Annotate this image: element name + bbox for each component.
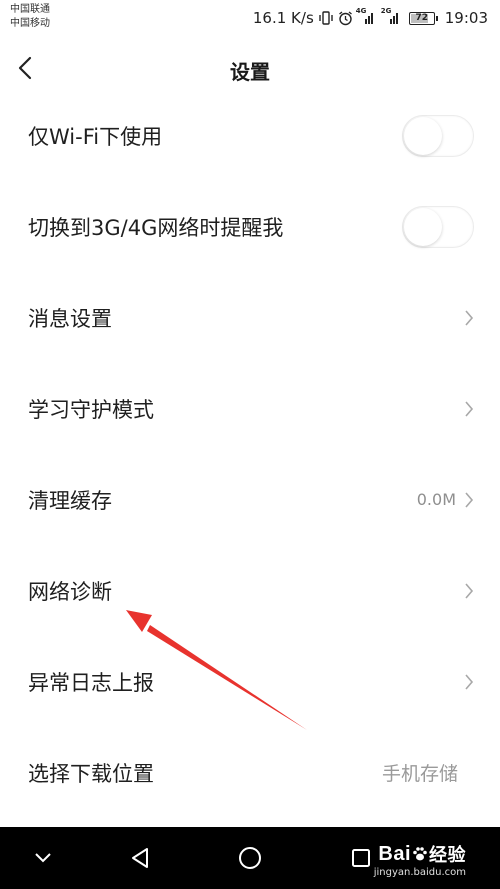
page-title: 设置 bbox=[230, 60, 270, 84]
setting-error-log-report[interactable]: 异常日志上报 bbox=[0, 636, 500, 727]
setting-label: 网络诊断 bbox=[28, 579, 112, 604]
nav-back-button[interactable] bbox=[125, 843, 155, 873]
signal-2g-icon: 2G bbox=[381, 7, 401, 24]
watermark-url: jingyan.baidu.com bbox=[373, 867, 466, 878]
cache-size: 0.0M bbox=[416, 490, 456, 509]
triangle-back-icon bbox=[132, 848, 148, 868]
setting-study-guard[interactable]: 学习守护模式 bbox=[0, 363, 500, 454]
chevron-right-icon bbox=[465, 673, 474, 690]
setting-clear-cache[interactable]: 清理缓存 0.0M bbox=[0, 454, 500, 545]
baidu-jingyan-watermark: Bai 经验 jingyan.baidu.com bbox=[373, 841, 466, 879]
navigation-bar: Bai 经验 jingyan.baidu.com bbox=[0, 827, 500, 889]
carrier-2: 中国移动 bbox=[10, 18, 50, 29]
setting-label: 仅Wi-Fi下使用 bbox=[28, 124, 163, 149]
chevron-right-icon bbox=[465, 400, 474, 417]
setting-network-reminder[interactable]: 切换到3G/4G网络时提醒我 bbox=[0, 181, 500, 272]
circle-home-icon bbox=[239, 847, 261, 869]
download-location-value: 手机存储 bbox=[381, 763, 458, 785]
setting-download-location[interactable]: 选择下载位置 手机存储 bbox=[0, 727, 500, 818]
setting-network-diagnosis[interactable]: 网络诊断 bbox=[0, 545, 500, 636]
signal-4g-icon: 4G bbox=[356, 7, 376, 24]
setting-label: 消息设置 bbox=[28, 306, 112, 331]
battery-icon: 72 bbox=[408, 11, 438, 25]
carrier-info: 中国联通 中国移动 bbox=[10, 3, 50, 31]
vibrate-icon bbox=[319, 11, 333, 25]
setting-label: 异常日志上报 bbox=[28, 670, 154, 695]
setting-label: 切换到3G/4G网络时提醒我 bbox=[28, 215, 284, 240]
setting-message[interactable]: 消息设置 bbox=[0, 272, 500, 363]
chevron-down-icon bbox=[35, 853, 51, 863]
settings-list: 仅Wi-Fi下使用 切换到3G/4G网络时提醒我 消息设置 学习守护模式 清理缓… bbox=[0, 90, 500, 818]
watermark-logo: Bai 经验 bbox=[378, 842, 466, 867]
status-bar: 中国联通 中国移动 16.1 K/s 4G 2G 72 19:03 bbox=[0, 0, 500, 36]
nav-hide-button[interactable] bbox=[28, 843, 58, 873]
chevron-right-icon bbox=[465, 582, 474, 599]
square-recents-icon bbox=[352, 849, 370, 867]
setting-label: 清理缓存 bbox=[28, 488, 112, 513]
carrier-1: 中国联通 bbox=[10, 4, 50, 15]
setting-label: 选择下载位置 bbox=[28, 761, 154, 786]
chevron-right-icon bbox=[465, 491, 474, 508]
chevron-right-icon bbox=[465, 309, 474, 326]
setting-wifi-only[interactable]: 仅Wi-Fi下使用 bbox=[0, 90, 500, 181]
clock: 19:03 bbox=[444, 9, 488, 27]
network-speed: 16.1 K/s bbox=[252, 9, 314, 27]
status-icons: 16.1 K/s 4G 2G 72 19:03 bbox=[252, 7, 488, 28]
alarm-icon bbox=[338, 10, 352, 25]
nav-recents-button[interactable] bbox=[346, 843, 376, 873]
wifi-only-toggle[interactable] bbox=[402, 114, 474, 157]
network-reminder-toggle[interactable] bbox=[402, 205, 474, 248]
paw-icon bbox=[413, 847, 427, 861]
battery-level: 72 bbox=[415, 12, 429, 23]
nav-home-button[interactable] bbox=[235, 843, 265, 873]
setting-label: 学习守护模式 bbox=[28, 397, 154, 422]
